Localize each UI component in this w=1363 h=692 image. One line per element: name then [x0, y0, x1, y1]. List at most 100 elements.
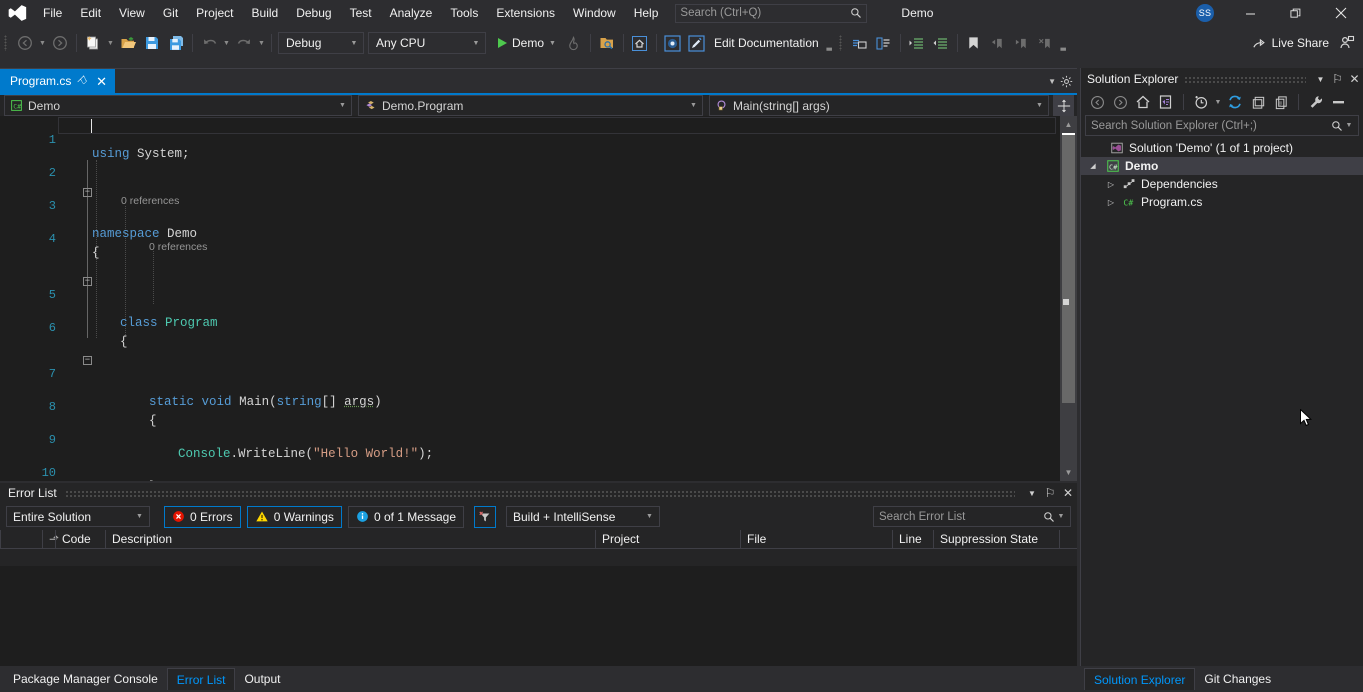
warnings-filter-button[interactable]: 0 Warnings — [247, 506, 342, 528]
browse-folder-icon[interactable] — [595, 31, 619, 55]
scroll-down-arrow-icon[interactable]: ▼ — [1060, 464, 1077, 481]
menu-git[interactable]: Git — [154, 0, 187, 26]
new-project-dropdown-icon[interactable]: ▼ — [105, 31, 116, 55]
error-source-combo[interactable]: Build + IntelliSense ▼ — [506, 506, 660, 527]
maximize-button[interactable] — [1273, 0, 1318, 26]
live-share-session-icon[interactable] — [1335, 31, 1359, 55]
tab-package-manager-console[interactable]: Package Manager Console — [4, 668, 167, 690]
new-project-icon[interactable] — [81, 31, 105, 55]
tab-list-chevron-icon[interactable]: ▼ — [1048, 77, 1056, 86]
se-home-icon[interactable] — [1132, 91, 1154, 113]
menu-file[interactable]: File — [34, 0, 71, 26]
navbar-type-combo[interactable]: Demo.Program ▼ — [358, 95, 703, 116]
fold-toggle-method[interactable]: − — [83, 356, 92, 365]
live-share-button[interactable]: Live Share — [1246, 31, 1335, 55]
toolbar-overflow-icon[interactable]: ▃ — [1058, 31, 1069, 55]
toolbar-grip-2[interactable] — [839, 33, 848, 53]
previous-bookmark-icon[interactable] — [986, 31, 1010, 55]
codelens-references-method[interactable]: 0 references — [149, 241, 207, 257]
navigate-back-button[interactable] — [13, 31, 37, 55]
se-forward-icon[interactable] — [1109, 91, 1131, 113]
navbar-project-combo[interactable]: C# Demo ▼ — [4, 95, 352, 116]
edit-documentation-overflow-icon[interactable]: ▃ — [824, 31, 835, 55]
tree-twisty-program-cs[interactable]: ▷ — [1105, 198, 1117, 207]
tree-node-dependencies[interactable]: ▷ Dependencies — [1081, 175, 1363, 193]
solution-explorer-search-box[interactable]: Search Solution Explorer (Ctrl+;) ▼ — [1085, 115, 1359, 136]
se-preview-icon[interactable] — [1328, 91, 1350, 113]
split-editor-button[interactable] — [1053, 95, 1074, 116]
menu-analyze[interactable]: Analyze — [381, 0, 442, 26]
menu-tools[interactable]: Tools — [441, 0, 487, 26]
toolbar-grip[interactable] — [4, 33, 13, 53]
tree-node-program-cs[interactable]: ▷ C# Program.cs — [1081, 193, 1363, 211]
chevron-down-icon-errsearch[interactable]: ▼ — [1055, 513, 1067, 520]
navigate-back-dropdown-icon[interactable]: ▼ — [37, 31, 48, 55]
hot-reload-icon[interactable] — [562, 31, 586, 55]
pin-icon[interactable]: ⚐ — [74, 72, 92, 90]
navigate-forward-button[interactable] — [48, 31, 72, 55]
se-collapse-all-icon[interactable] — [1247, 91, 1269, 113]
uncomment-selection-icon[interactable] — [872, 31, 896, 55]
column-header-code[interactable]: Code — [55, 530, 105, 549]
tree-twisty-dependencies[interactable]: ▷ — [1105, 180, 1117, 189]
save-icon[interactable] — [140, 31, 164, 55]
tree-node-solution[interactable]: Solution 'Demo' (1 of 1 project) — [1081, 139, 1363, 157]
menu-help[interactable]: Help — [625, 0, 668, 26]
document-tab-program-cs[interactable]: Program.cs ⚐ ✕ — [0, 69, 115, 93]
solution-explorer-pin-icon[interactable]: ⚐ — [1329, 72, 1346, 86]
gear-icon[interactable] — [1060, 75, 1073, 88]
panel-menu-chevron-icon[interactable]: ▼ — [1023, 489, 1041, 498]
panel-pin-icon[interactable]: ⚐ — [1041, 486, 1059, 500]
panel-close-icon[interactable]: ✕ — [1059, 486, 1077, 500]
errors-filter-button[interactable]: 0 Errors — [164, 506, 241, 528]
se-history-chevron-icon[interactable]: ▼ — [1213, 99, 1223, 106]
documentation-target-icon[interactable] — [661, 31, 685, 55]
decrease-indent-icon[interactable] — [929, 31, 953, 55]
solution-explorer-menu-chevron-icon[interactable]: ▼ — [1312, 75, 1329, 84]
navbar-member-combo[interactable]: Main(string[] args) ▼ — [709, 95, 1049, 116]
column-header-file[interactable]: File — [740, 530, 892, 549]
live-preview-home-icon[interactable] — [628, 31, 652, 55]
redo-icon[interactable] — [232, 31, 256, 55]
column-header-line[interactable]: Line — [892, 530, 933, 549]
chevron-down-icon-sesearch[interactable]: ▼ — [1343, 122, 1355, 129]
solution-configuration-combo[interactable]: Debug ▼ — [278, 32, 364, 54]
menu-window[interactable]: Window — [564, 0, 625, 26]
menu-edit[interactable]: Edit — [71, 0, 110, 26]
se-back-icon[interactable] — [1086, 91, 1108, 113]
tab-git-changes[interactable]: Git Changes — [1195, 668, 1280, 690]
menu-project[interactable]: Project — [187, 0, 242, 26]
se-pending-changes-icon[interactable] — [1155, 91, 1177, 113]
column-header-project[interactable]: Project — [595, 530, 740, 549]
error-search-box[interactable]: Search Error List ▼ — [873, 506, 1071, 527]
minimize-button[interactable] — [1228, 0, 1273, 26]
column-header-blank[interactable] — [0, 530, 42, 549]
toggle-bookmark-icon[interactable] — [962, 31, 986, 55]
editor-vertical-scrollbar[interactable]: ▲ ▼ — [1060, 116, 1077, 481]
panel-drag-handle[interactable] — [65, 490, 1015, 497]
open-file-icon[interactable] — [116, 31, 140, 55]
se-show-all-files-icon[interactable] — [1270, 91, 1292, 113]
code-editor[interactable]: 1 using System; 2 3 − namespace Demo 4 {… — [0, 116, 1060, 481]
scrollbar-thumb[interactable] — [1062, 133, 1075, 403]
next-bookmark-icon[interactable] — [1010, 31, 1034, 55]
close-icon[interactable]: ✕ — [94, 75, 109, 88]
se-pending-history-icon[interactable] — [1190, 91, 1212, 113]
comment-selection-icon[interactable] — [848, 31, 872, 55]
quick-search-box[interactable]: Search (Ctrl+Q) — [675, 4, 867, 23]
column-header-sort-icon[interactable]: ⬏ — [42, 530, 55, 549]
avatar[interactable]: SS — [1196, 4, 1214, 22]
messages-filter-button[interactable]: 0 of 1 Message — [348, 506, 464, 528]
menu-extensions[interactable]: Extensions — [487, 0, 564, 26]
fold-toggle-namespace[interactable]: − — [83, 188, 92, 197]
menu-view[interactable]: View — [110, 0, 154, 26]
undo-icon[interactable] — [197, 31, 221, 55]
error-scope-combo[interactable]: Entire Solution ▼ — [6, 506, 150, 527]
solution-explorer-close-icon[interactable]: ✕ — [1346, 72, 1363, 86]
scroll-up-arrow-icon[interactable]: ▲ — [1060, 116, 1077, 133]
column-header-suppression-state[interactable]: Suppression State — [933, 530, 1059, 549]
edit-documentation-button[interactable]: Edit Documentation — [709, 31, 824, 55]
error-filter-button[interactable] — [474, 506, 496, 528]
undo-dropdown-icon[interactable]: ▼ — [221, 31, 232, 55]
fold-toggle-class[interactable]: − — [83, 277, 92, 286]
